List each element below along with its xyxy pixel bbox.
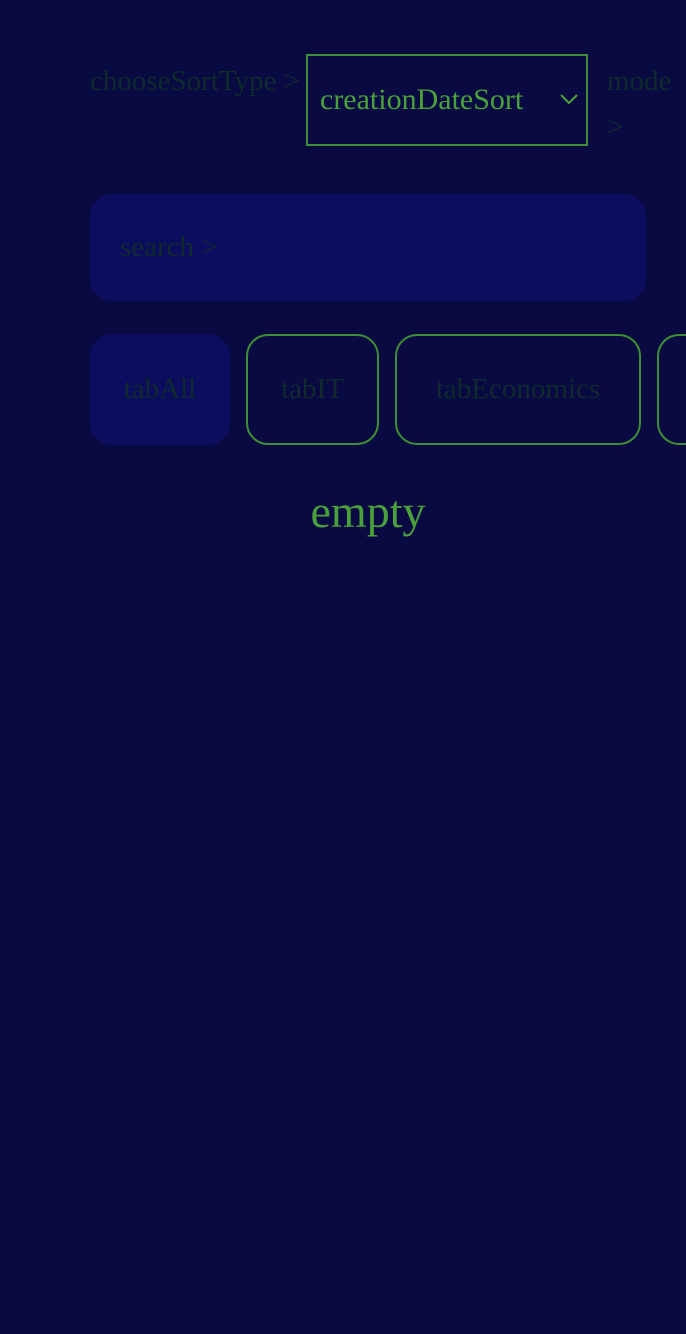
search-input[interactable]: search > <box>90 194 646 301</box>
search-placeholder: search > <box>120 231 218 263</box>
sort-row: chooseSortType > creationDateSort mode > <box>90 54 686 150</box>
mode-label[interactable]: mode > <box>607 58 686 150</box>
tab-partial[interactable] <box>657 334 686 445</box>
sort-type-label: chooseSortType > <box>90 65 301 97</box>
empty-state-text: empty <box>310 486 426 537</box>
tab-economics[interactable]: tabEconomics <box>395 334 641 445</box>
sort-type-selected-value: creationDateSort <box>320 83 524 116</box>
sort-type-select[interactable]: creationDateSort <box>306 54 588 146</box>
tab-all[interactable]: tabAll <box>90 334 230 445</box>
tab-it[interactable]: tabIT <box>246 334 379 445</box>
page: chooseSortType > creationDateSort mode >… <box>0 0 686 1334</box>
chevron-down-icon <box>558 92 580 106</box>
